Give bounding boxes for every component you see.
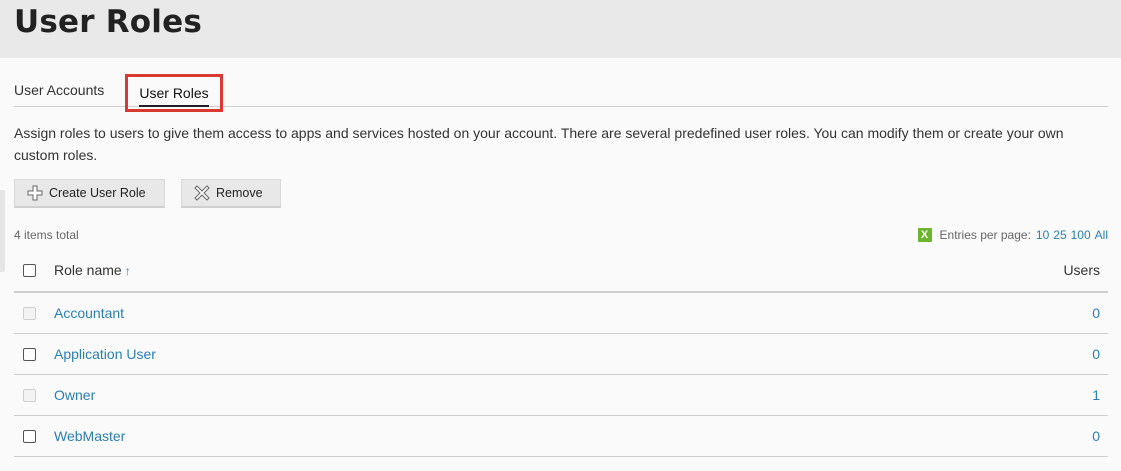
entries-per-page: X Entries per page: 10 25 100 All (917, 228, 1108, 242)
entries-option-all[interactable]: All (1095, 228, 1108, 242)
table-row: WebMaster 0 (14, 416, 1108, 457)
row-checkbox[interactable] (23, 430, 36, 443)
remove-button[interactable]: Remove (181, 179, 281, 208)
tab-user-roles-label: User Roles (139, 83, 209, 107)
role-name-header[interactable]: Role name ↑ (54, 262, 131, 278)
role-name-header-label: Role name (54, 262, 122, 278)
entries-option-100[interactable]: 100 (1071, 228, 1091, 242)
items-total: 4 items total (14, 228, 79, 242)
users-count-link[interactable]: 0 (1092, 346, 1100, 362)
x-icon (194, 185, 210, 201)
row-checkbox[interactable] (23, 348, 36, 361)
users-count-link[interactable]: 1 (1092, 387, 1100, 403)
table-row: Application User 0 (14, 334, 1108, 375)
sidebar-handle[interactable] (0, 190, 5, 272)
table-header: Role name ↑ Users (14, 250, 1108, 293)
page-header: User Roles (0, 0, 1121, 58)
tab-user-accounts[interactable]: User Accounts (14, 68, 104, 106)
remove-label: Remove (216, 186, 263, 200)
users-count-link[interactable]: 0 (1092, 428, 1100, 444)
row-checkbox (23, 389, 36, 402)
tab-user-roles[interactable]: User Roles (125, 74, 223, 112)
plus-icon (27, 185, 43, 201)
role-name-link[interactable]: WebMaster (54, 428, 125, 444)
users-count-link[interactable]: 0 (1092, 305, 1100, 321)
entries-option-25[interactable]: 25 (1053, 228, 1066, 242)
select-all-checkbox[interactable] (23, 264, 36, 277)
entries-option-10[interactable]: 10 (1036, 228, 1049, 242)
users-header[interactable]: Users (1063, 262, 1100, 278)
role-name-link[interactable]: Application User (54, 346, 156, 362)
entries-per-page-label: Entries per page: (939, 228, 1031, 242)
table-row: Owner 1 (14, 375, 1108, 416)
table-row: Accountant 0 (14, 293, 1108, 334)
tab-bar: User Accounts User Roles (14, 68, 1108, 112)
row-checkbox (23, 307, 36, 320)
role-name-link[interactable]: Accountant (54, 305, 124, 321)
role-name-link[interactable]: Owner (54, 387, 95, 403)
sort-asc-icon: ↑ (124, 264, 131, 278)
create-user-role-label: Create User Role (49, 186, 146, 200)
page-description: Assign roles to users to give them acces… (14, 125, 1064, 163)
create-user-role-button[interactable]: Create User Role (14, 179, 165, 208)
page-title: User Roles (14, 4, 202, 40)
roles-table: Role name ↑ Users Accountant 0 Applicatio… (14, 250, 1108, 457)
excel-icon[interactable]: X (917, 228, 932, 242)
